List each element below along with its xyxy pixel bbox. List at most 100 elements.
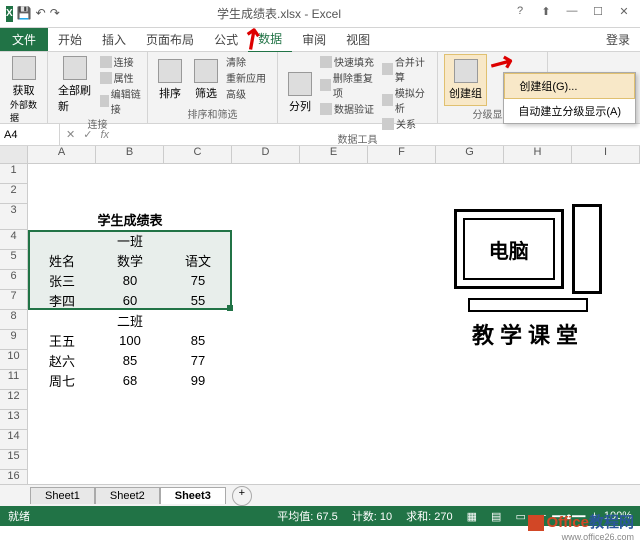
cell[interactable]: 77 bbox=[164, 350, 232, 370]
tab-formula[interactable]: 公式 bbox=[204, 27, 248, 52]
row-header[interactable]: 6 bbox=[0, 270, 27, 290]
cell[interactable]: 周七 bbox=[28, 370, 96, 390]
tab-view[interactable]: 视图 bbox=[336, 27, 380, 52]
cell[interactable]: 75 bbox=[164, 270, 232, 290]
cell[interactable]: 85 bbox=[164, 330, 232, 350]
data-validation-button[interactable]: 数据验证 bbox=[320, 101, 378, 116]
advanced-button[interactable]: 高级 bbox=[226, 86, 266, 101]
reapply-button[interactable]: 重新应用 bbox=[226, 70, 266, 85]
col-header[interactable]: H bbox=[504, 146, 572, 163]
text-to-columns-button[interactable]: 分列 bbox=[284, 54, 316, 131]
tower-icon bbox=[572, 204, 602, 294]
cell[interactable]: 55 bbox=[164, 290, 232, 310]
tab-layout[interactable]: 页面布局 bbox=[136, 27, 204, 52]
cell[interactable]: 姓名 bbox=[28, 250, 96, 270]
col-header[interactable]: D bbox=[232, 146, 300, 163]
cell[interactable]: 二班 bbox=[96, 310, 164, 330]
col-header[interactable]: I bbox=[572, 146, 640, 163]
undo-icon[interactable]: ↶ bbox=[36, 6, 46, 22]
row-header[interactable]: 5 bbox=[0, 250, 27, 270]
row-header[interactable]: 2 bbox=[0, 184, 27, 204]
status-sum: 求和: 270 bbox=[406, 508, 452, 524]
row-header[interactable]: 10 bbox=[0, 350, 27, 370]
menu-auto-outline[interactable]: 自动建立分级显示(A) bbox=[504, 99, 635, 123]
cell[interactable]: 王五 bbox=[28, 330, 96, 350]
col-header[interactable]: G bbox=[436, 146, 504, 163]
remove-duplicates-button[interactable]: 删除重复项 bbox=[320, 70, 378, 100]
sort-icon bbox=[158, 59, 182, 83]
ribbon-collapse-button[interactable]: ⬆ bbox=[534, 5, 558, 23]
row-header[interactable]: 8 bbox=[0, 310, 27, 330]
row-header[interactable]: 3 bbox=[0, 204, 27, 230]
column-headers: A B C D E F G H I bbox=[0, 146, 640, 164]
maximize-button[interactable]: ☐ bbox=[586, 5, 610, 23]
cell[interactable]: 一班 bbox=[96, 230, 164, 250]
status-ready: 就绪 bbox=[8, 508, 30, 524]
row-header[interactable]: 14 bbox=[0, 430, 27, 450]
cell[interactable]: 李四 bbox=[28, 290, 96, 310]
cell[interactable]: 85 bbox=[96, 350, 164, 370]
cell[interactable]: 张三 bbox=[28, 270, 96, 290]
get-external-data-button[interactable]: 获取 外部数据 bbox=[6, 54, 41, 126]
cell[interactable]: 赵六 bbox=[28, 350, 96, 370]
login-link[interactable]: 登录 bbox=[596, 27, 640, 52]
col-header[interactable]: E bbox=[300, 146, 368, 163]
select-all-corner[interactable] bbox=[0, 146, 28, 163]
col-header[interactable]: B bbox=[96, 146, 164, 163]
cell[interactable]: 语文 bbox=[164, 250, 232, 270]
consolidate-button[interactable]: 合并计算 bbox=[382, 54, 431, 84]
row-header[interactable]: 11 bbox=[0, 370, 27, 390]
row-header[interactable]: 9 bbox=[0, 330, 27, 350]
tab-home[interactable]: 开始 bbox=[48, 27, 92, 52]
cell[interactable]: 100 bbox=[96, 330, 164, 350]
status-count: 计数: 10 bbox=[352, 508, 392, 524]
edit-links-button[interactable]: 编辑链接 bbox=[100, 86, 141, 116]
sheet-tab[interactable]: Sheet2 bbox=[95, 487, 160, 504]
sort-button[interactable]: 排序 bbox=[154, 54, 186, 106]
view-break-icon[interactable]: ▭ bbox=[515, 510, 525, 523]
cell[interactable]: 60 bbox=[96, 290, 164, 310]
cell[interactable]: 99 bbox=[164, 370, 232, 390]
cell[interactable]: 68 bbox=[96, 370, 164, 390]
minimize-button[interactable]: — bbox=[560, 5, 584, 23]
view-normal-icon[interactable]: ▦ bbox=[467, 510, 477, 523]
whatif-button[interactable]: 模拟分析 bbox=[382, 85, 431, 115]
connections-button[interactable]: 连接 bbox=[100, 54, 141, 69]
properties-button[interactable]: 属性 bbox=[100, 70, 141, 85]
close-button[interactable]: ✕ bbox=[612, 5, 636, 23]
cell[interactable]: 数学 bbox=[96, 250, 164, 270]
menu-create-group[interactable]: 创建组(G)... bbox=[504, 73, 635, 99]
row-header[interactable]: 1 bbox=[0, 164, 27, 184]
row-header[interactable]: 7 bbox=[0, 290, 27, 310]
tab-insert[interactable]: 插入 bbox=[92, 27, 136, 52]
create-group-button[interactable]: 创建组 bbox=[444, 54, 487, 106]
sheet-tab[interactable]: Sheet1 bbox=[30, 487, 95, 504]
sheet-tab[interactable]: Sheet3 bbox=[160, 487, 226, 504]
flash-fill-button[interactable]: 快速填充 bbox=[320, 54, 378, 69]
help-button[interactable]: ? bbox=[508, 5, 532, 23]
row-header[interactable]: 15 bbox=[0, 450, 27, 470]
embedded-image[interactable]: 电脑 教学课堂 bbox=[438, 204, 618, 350]
tab-data[interactable]: 数据 bbox=[248, 26, 292, 53]
sort-group-label: 排序和筛选 bbox=[154, 106, 271, 121]
col-header[interactable]: C bbox=[164, 146, 232, 163]
spreadsheet-grid[interactable]: A B C D E F G H I 1 2 3 4 5 6 7 8 9 10 1… bbox=[0, 146, 640, 506]
relationships-button[interactable]: 关系 bbox=[382, 116, 431, 131]
row-header[interactable]: 4 bbox=[0, 230, 27, 250]
filter-button[interactable]: 筛选 bbox=[190, 54, 222, 106]
cell[interactable]: 80 bbox=[96, 270, 164, 290]
cell[interactable]: 学生成绩表 bbox=[62, 208, 198, 230]
row-header[interactable]: 13 bbox=[0, 410, 27, 430]
save-icon[interactable]: 💾 bbox=[17, 6, 32, 22]
refresh-all-button[interactable]: 全部刷新 bbox=[54, 54, 96, 116]
col-header[interactable]: F bbox=[368, 146, 436, 163]
tab-review[interactable]: 审阅 bbox=[292, 27, 336, 52]
view-page-icon[interactable]: ▤ bbox=[491, 510, 501, 523]
col-header[interactable]: A bbox=[28, 146, 96, 163]
row-header[interactable]: 12 bbox=[0, 390, 27, 410]
new-sheet-button[interactable]: + bbox=[232, 486, 252, 506]
name-box[interactable]: A4 bbox=[0, 124, 60, 145]
group-icon bbox=[454, 59, 478, 83]
tab-file[interactable]: 文件 bbox=[0, 28, 48, 51]
clear-button[interactable]: 清除 bbox=[226, 54, 266, 69]
